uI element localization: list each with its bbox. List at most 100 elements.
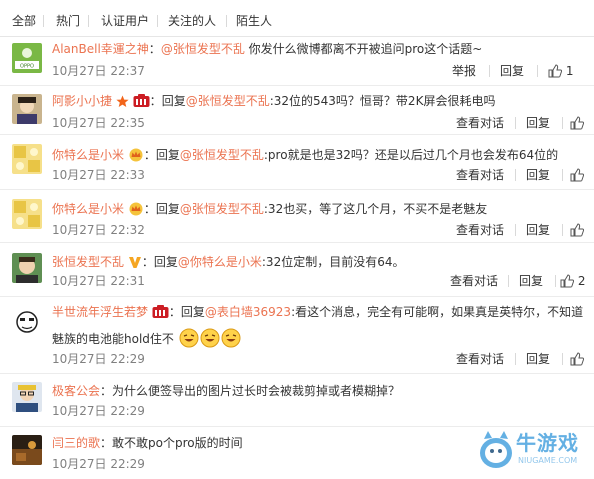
like-button[interactable]: 2: [560, 272, 585, 290]
like-button[interactable]: [570, 114, 584, 132]
view-conversation-button[interactable]: 查看对话: [456, 114, 504, 132]
laughing-emoji-icon: [221, 328, 241, 348]
reply-button[interactable]: 回复: [526, 221, 550, 239]
site-watermark: 牛游戏 NIUGAME.COM: [476, 423, 588, 475]
svg-text:OPPO: OPPO: [20, 64, 34, 70]
tab-divider: [43, 15, 44, 27]
avatar[interactable]: [12, 144, 42, 174]
filter-tabs: 全部 热门 认证用户 关注的人 陌生人: [0, 0, 594, 37]
mention-link[interactable]: @张恒发型不乱: [186, 94, 270, 108]
vip-member-icon: [133, 94, 150, 107]
mention-link[interactable]: @张恒发型不乱: [180, 202, 264, 216]
thumbs-up-icon: [570, 168, 584, 182]
reply-prefix: 回复: [153, 255, 178, 269]
comment-text: 阿影小小捷 ：回复@张恒发型不乱:32位的543吗？恒哥？带2K屏会很耗电吗: [52, 92, 495, 110]
tab-divider: [226, 15, 227, 27]
action-divider: [562, 117, 563, 129]
laughing-emoji-icon: [200, 328, 220, 348]
username-link[interactable]: 闫三的歌: [52, 436, 100, 450]
tab-strangers[interactable]: 陌生人: [236, 12, 272, 30]
tab-following[interactable]: 关注的人: [168, 12, 216, 30]
mention-link[interactable]: @张恒发型不乱: [161, 42, 245, 56]
comment-body: :看这个消息，完全有可能啊，如果真是英特尔，不知道: [291, 305, 584, 319]
colon: ：: [168, 305, 181, 319]
comment-text-continued: 魅族的电池能hold住不: [52, 328, 241, 348]
tab-verified-users[interactable]: 认证用户: [101, 12, 149, 30]
mention-link[interactable]: @表白墙36923: [205, 305, 291, 319]
colon: ：: [148, 42, 161, 56]
comment-item: 张恒发型不乱 ：回复@你特么是小米:32位定制，目前没有64。 10月27日 2…: [0, 243, 594, 297]
colon: ：: [100, 384, 113, 398]
thumbs-up-icon: [560, 274, 574, 288]
comment-body: 魅族的电池能hold住不: [52, 332, 174, 346]
username-link[interactable]: 你特么是小米: [52, 202, 124, 216]
comment-item: OPPO AlanBell幸運之神：@张恒发型不乱 你发什么微博都离不开被追问p…: [0, 37, 594, 86]
reply-button[interactable]: 回复: [526, 350, 550, 368]
avatar[interactable]: [12, 199, 42, 229]
avatar[interactable]: [12, 253, 42, 283]
timestamp: 10月27日 22:29: [52, 352, 145, 366]
username-link[interactable]: 张恒发型不乱: [52, 255, 124, 269]
like-button[interactable]: 1: [548, 62, 573, 80]
comment-text: 闫三的歌：敢不敢po个pro版的时间: [52, 434, 243, 452]
comment-text: 半世流年浮生若梦 ：回复@表白墙36923:看这个消息，完全有可能啊，如果真是英…: [52, 303, 583, 321]
thumbs-up-icon: [570, 352, 584, 366]
view-conversation-button[interactable]: 查看对话: [456, 350, 504, 368]
reply-prefix: 回复: [161, 94, 186, 108]
avatar[interactable]: [12, 382, 42, 412]
timestamp: 10月27日 22:35: [52, 116, 145, 130]
tab-divider: [157, 15, 158, 27]
like-button[interactable]: [570, 221, 584, 239]
action-divider: [555, 275, 556, 287]
comment-body: 你发什么微博都离不开被追问pro这个话题~: [244, 42, 483, 56]
comment-body: 敢不敢po个pro版的时间: [112, 436, 243, 450]
vip-member-icon: [152, 305, 169, 318]
report-button[interactable]: 举报: [452, 62, 476, 80]
reply-button[interactable]: 回复: [526, 166, 550, 184]
view-conversation-button[interactable]: 查看对话: [456, 166, 504, 184]
mention-link[interactable]: @你特么是小米: [178, 255, 262, 269]
action-divider: [562, 224, 563, 236]
comment-body: :pro就是也是32吗？还是以后过几个月也会发布64位的: [263, 148, 559, 162]
action-divider: [562, 353, 563, 365]
comment-text: 你特么是小米 ：回复@张恒发型不乱:32也买，等了这几个月，不买不是老魅友: [52, 200, 487, 218]
timestamp: 10月27日 22:33: [52, 168, 145, 182]
thumbs-up-icon: [570, 116, 584, 130]
tab-hot[interactable]: 热门: [56, 12, 80, 30]
timestamp: 10月27日 22:37: [52, 64, 145, 78]
like-count: 1: [565, 64, 574, 78]
username-link[interactable]: 半世流年浮生若梦: [52, 305, 148, 319]
reply-button[interactable]: 回复: [526, 114, 550, 132]
view-conversation-button[interactable]: 查看对话: [456, 221, 504, 239]
avatar[interactable]: [12, 94, 42, 124]
comment-body: :32位的543吗？恒哥？带2K屏会很耗电吗: [269, 94, 496, 108]
comment-item: 你特么是小米 ：回复@张恒发型不乱:pro就是也是32吗？还是以后过几个月也会发…: [0, 135, 594, 190]
crown-badge-icon: [129, 148, 143, 162]
reply-prefix: 回复: [155, 148, 180, 162]
verified-v-icon: [128, 257, 141, 268]
reply-button[interactable]: 回复: [500, 62, 524, 80]
laughing-emoji-icon: [179, 328, 199, 348]
avatar[interactable]: OPPO: [12, 43, 42, 73]
colon: ：: [100, 436, 113, 450]
like-count: 2: [577, 274, 586, 288]
username-link[interactable]: AlanBell幸運之神: [52, 42, 149, 56]
like-button[interactable]: [570, 166, 584, 184]
username-link[interactable]: 极客公会: [52, 384, 100, 398]
tab-all[interactable]: 全部: [12, 12, 36, 30]
username-link[interactable]: 你特么是小米: [52, 148, 124, 162]
username-link[interactable]: 阿影小小捷: [52, 94, 112, 108]
colon: ：: [149, 94, 162, 108]
comment-item: 半世流年浮生若梦 ： 回复 @表白墙36923:看这个消息，完全有可能啊，如果真是英…: [0, 297, 594, 374]
view-conversation-button[interactable]: 查看对话: [450, 272, 498, 290]
comment-item: 极客公会：为什么便签导出的图片过长时会被裁剪掉或者模糊掉？ 10月27日 22:…: [0, 374, 594, 427]
comment-text: 你特么是小米 ：回复@张恒发型不乱:pro就是也是32吗？还是以后过几个月也会发…: [52, 146, 558, 164]
avatar[interactable]: [12, 435, 42, 465]
like-button[interactable]: [570, 350, 584, 368]
reply-button[interactable]: 回复: [519, 272, 543, 290]
mention-link[interactable]: @张恒发型不乱: [180, 148, 264, 162]
action-divider: [515, 224, 516, 236]
avatar[interactable]: [12, 306, 42, 336]
watermark-title: 牛游戏: [516, 431, 579, 455]
thumbs-up-icon: [548, 64, 562, 78]
